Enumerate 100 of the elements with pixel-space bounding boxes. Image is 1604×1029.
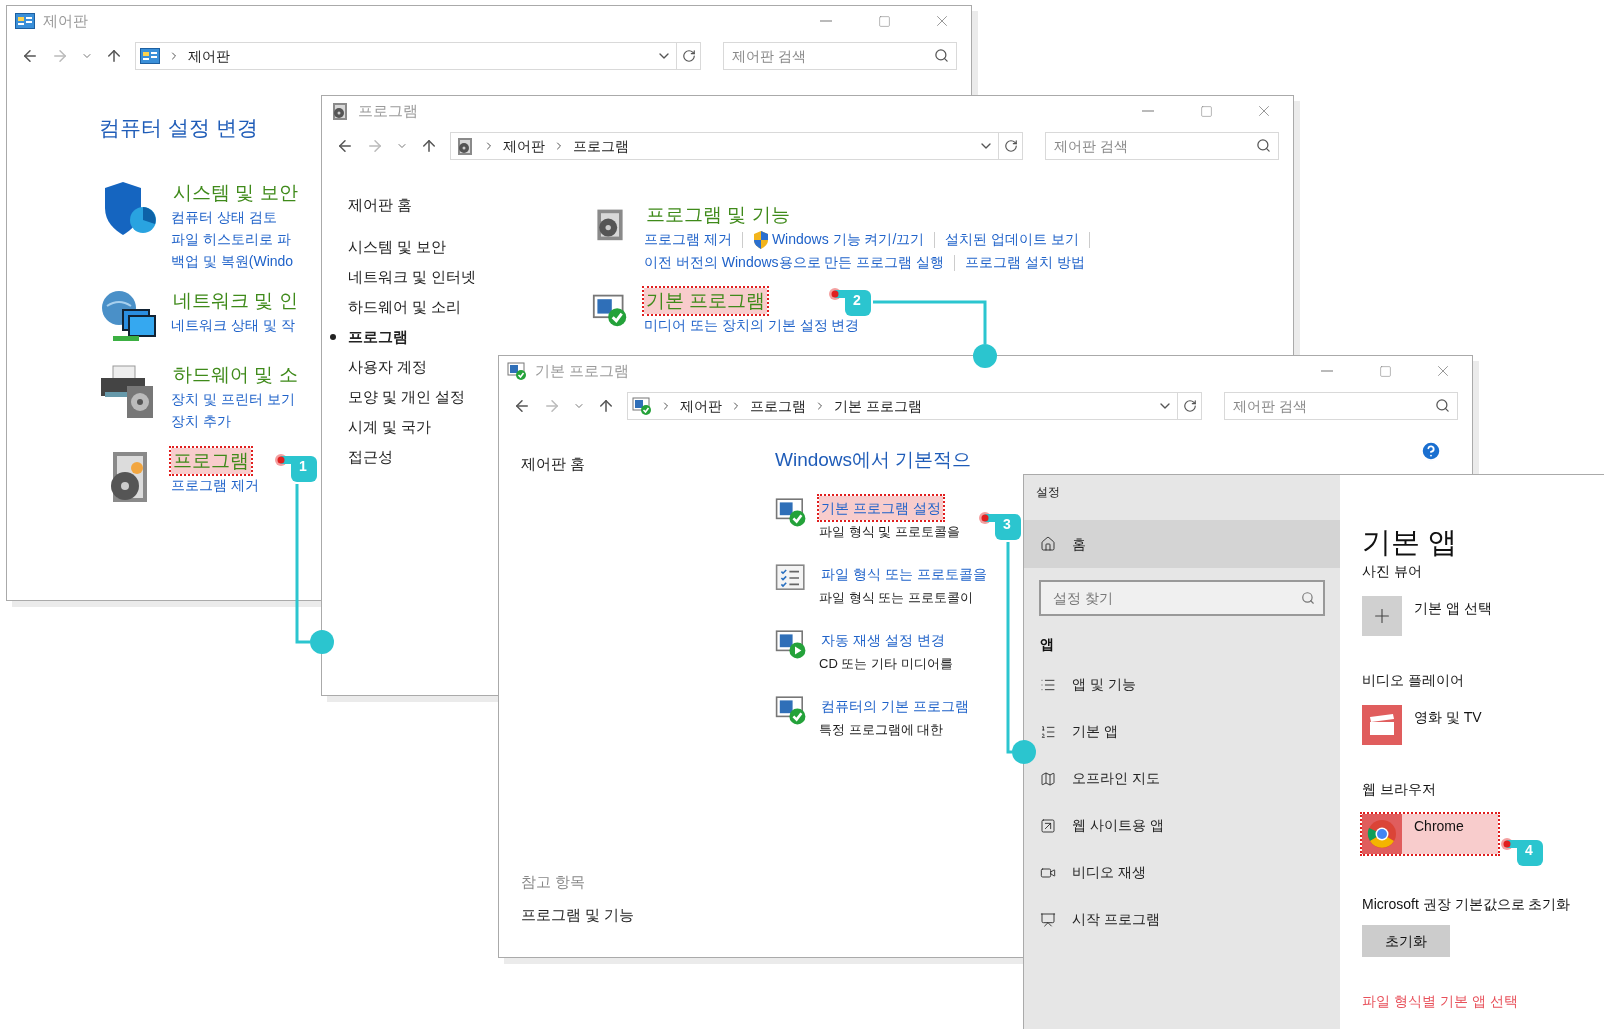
up-icon[interactable] (105, 47, 123, 65)
category-title[interactable]: 시스템 및 보안 (171, 179, 300, 206)
reset-label: Microsoft 권장 기본값으로 초기화 (1362, 895, 1571, 914)
app-choice[interactable]: 영화 및 TV (1362, 705, 1498, 745)
category-title[interactable]: 하드웨어 및 소 (171, 361, 300, 388)
add-tile[interactable] (1362, 596, 1402, 636)
nav-item[interactable]: 오프라인 지도 (1024, 755, 1340, 802)
task-link[interactable]: 프로그램 제거 (644, 228, 732, 251)
app-choice[interactable]: Chrome (1362, 814, 1498, 854)
back-icon[interactable] (21, 47, 39, 65)
link-window-icon (1040, 817, 1056, 834)
up-icon[interactable] (420, 137, 438, 155)
maximize-icon (877, 14, 891, 28)
refresh-icon[interactable] (1182, 399, 1197, 413)
maximize-icon (1199, 104, 1213, 118)
option-description: CD 또는 기타 미디어를 (819, 655, 953, 673)
forward-icon[interactable] (51, 47, 69, 65)
task-link[interactable]: 미디어 또는 장치의 기본 설정 변경 (644, 314, 860, 337)
forward-icon[interactable] (543, 397, 561, 415)
option-link[interactable]: 기본 프로그램 설정 (819, 496, 943, 520)
sidebar-link[interactable]: 프로그램 및 기능 (521, 905, 635, 927)
task-link[interactable]: Windows 기능 켜기/끄기 (771, 228, 925, 251)
sidebar-link[interactable]: 프로그램 (330, 322, 408, 352)
search-field[interactable]: 설정 찾기 (1039, 580, 1325, 616)
breadcrumb-item[interactable]: 제어판 (188, 45, 230, 67)
nav-label: 기본 앱 (1072, 722, 1118, 741)
nav-item[interactable]: 기본 앱 (1024, 708, 1340, 755)
search-icon (1256, 138, 1271, 153)
sidebar-link[interactable]: 제어판 홈 (521, 454, 586, 476)
address-bar[interactable]: 제어판 (135, 42, 701, 70)
nav-label: 앱 및 기능 (1072, 675, 1136, 694)
home-item[interactable]: 홈 (1024, 520, 1340, 568)
software-box-icon (455, 136, 475, 156)
refresh-icon[interactable] (1003, 139, 1018, 153)
search-icon (1301, 591, 1315, 605)
minimize-icon (820, 20, 832, 22)
window-check-icon (507, 361, 527, 381)
forward-icon[interactable] (366, 137, 384, 155)
sidebar-link[interactable]: 접근성 (348, 442, 393, 472)
file-type-link[interactable]: 파일 형식별 기본 앱 선택 (1362, 991, 1518, 1012)
app-tile[interactable] (1362, 814, 1402, 854)
task-link[interactable]: 설치된 업데이트 보기 (945, 228, 1080, 251)
option-link[interactable]: 컴퓨터의 기본 프로그램 (819, 694, 971, 718)
minimize-icon (1142, 110, 1154, 112)
minimize-icon (1321, 370, 1333, 372)
sidebar-link[interactable]: 모양 및 개인 설정 (348, 382, 466, 412)
category-link[interactable]: 장치 및 프린터 보기 (171, 387, 295, 410)
nav-item[interactable]: 시작 프로그램 (1024, 896, 1340, 943)
section-title[interactable]: 프로그램 및 기능 (644, 202, 792, 228)
category-link[interactable]: 장치 추가 (171, 409, 231, 432)
sidebar-link[interactable]: 제어판 홈 (348, 190, 413, 220)
search-icon (934, 48, 949, 63)
breadcrumb-item[interactable]: 제어판 (503, 135, 545, 157)
sidebar-link[interactable]: 하드웨어 및 소리 (348, 292, 462, 322)
task-link[interactable]: 이전 버전의 Windows용으로 만든 프로그램 실행 (644, 251, 945, 274)
option-link[interactable]: 자동 재생 설정 변경 (819, 628, 947, 652)
sidebar-link[interactable]: 네트워크 및 인터넷 (348, 262, 477, 292)
nav-item[interactable]: 비디오 재생 (1024, 849, 1340, 896)
category-link[interactable]: 백업 및 복원(Windo (171, 249, 294, 272)
app-tile[interactable] (1362, 705, 1402, 745)
help-icon[interactable] (1420, 440, 1442, 462)
reset-button[interactable]: 초기화 (1362, 925, 1450, 957)
window-check-icon (775, 694, 807, 726)
address-bar[interactable]: 제어판 프로그램 기본 프로그램 (627, 392, 1202, 420)
app-name: Chrome (1414, 817, 1464, 836)
category-link[interactable]: 파일 히스토리로 파 (171, 227, 291, 250)
back-icon[interactable] (513, 397, 531, 415)
section-heading: 앱 (1039, 635, 1055, 654)
window-check-icon (592, 292, 628, 328)
home-label: 홈 (1072, 534, 1086, 554)
breadcrumb-item[interactable]: 프로그램 (573, 135, 629, 157)
step-number: 4 (1525, 843, 1533, 857)
step-number: 3 (1003, 517, 1011, 531)
nav-item[interactable]: 웹 사이트용 앱 (1024, 802, 1340, 849)
option-link[interactable]: 파일 형식 또는 프로토콜을 (819, 562, 989, 586)
up-icon[interactable] (597, 397, 615, 415)
window-check-icon (775, 496, 807, 528)
sidebar-link[interactable]: 시계 및 국가 (348, 412, 432, 442)
window-title: 설정 (1035, 484, 1061, 501)
sidebar-link[interactable]: 사용자 계정 (348, 352, 428, 382)
maximize-icon (1378, 364, 1392, 378)
category-link[interactable]: 네트워크 상태 및 작 (171, 313, 295, 336)
app-name: 영화 및 TV (1414, 708, 1482, 727)
map-icon (1040, 770, 1056, 787)
task-link[interactable]: 프로그램 설치 방법 (965, 251, 1086, 274)
back-icon[interactable] (336, 137, 354, 155)
ordered-list-icon (1040, 723, 1056, 740)
nav-item[interactable]: 앱 및 기능 (1024, 661, 1340, 708)
category-link[interactable]: 컴퓨터 상태 검토 (171, 205, 277, 228)
refresh-icon[interactable] (681, 49, 696, 63)
page-heading: 기본 앱 (1362, 525, 1458, 559)
sidebar-link[interactable]: 시스템 및 보안 (348, 232, 447, 262)
category-link[interactable]: 프로그램 제거 (171, 473, 259, 496)
app-choice[interactable]: 기본 앱 선택 (1362, 596, 1498, 636)
breadcrumb-item[interactable]: 제어판 (680, 395, 722, 417)
page-heading: Windows에서 기본적으 (775, 448, 973, 472)
category-title[interactable]: 네트워크 및 인 (171, 287, 300, 314)
address-bar[interactable]: 제어판 프로그램 (450, 132, 1023, 160)
breadcrumb-item[interactable]: 기본 프로그램 (834, 395, 922, 417)
breadcrumb-item[interactable]: 프로그램 (750, 395, 806, 417)
